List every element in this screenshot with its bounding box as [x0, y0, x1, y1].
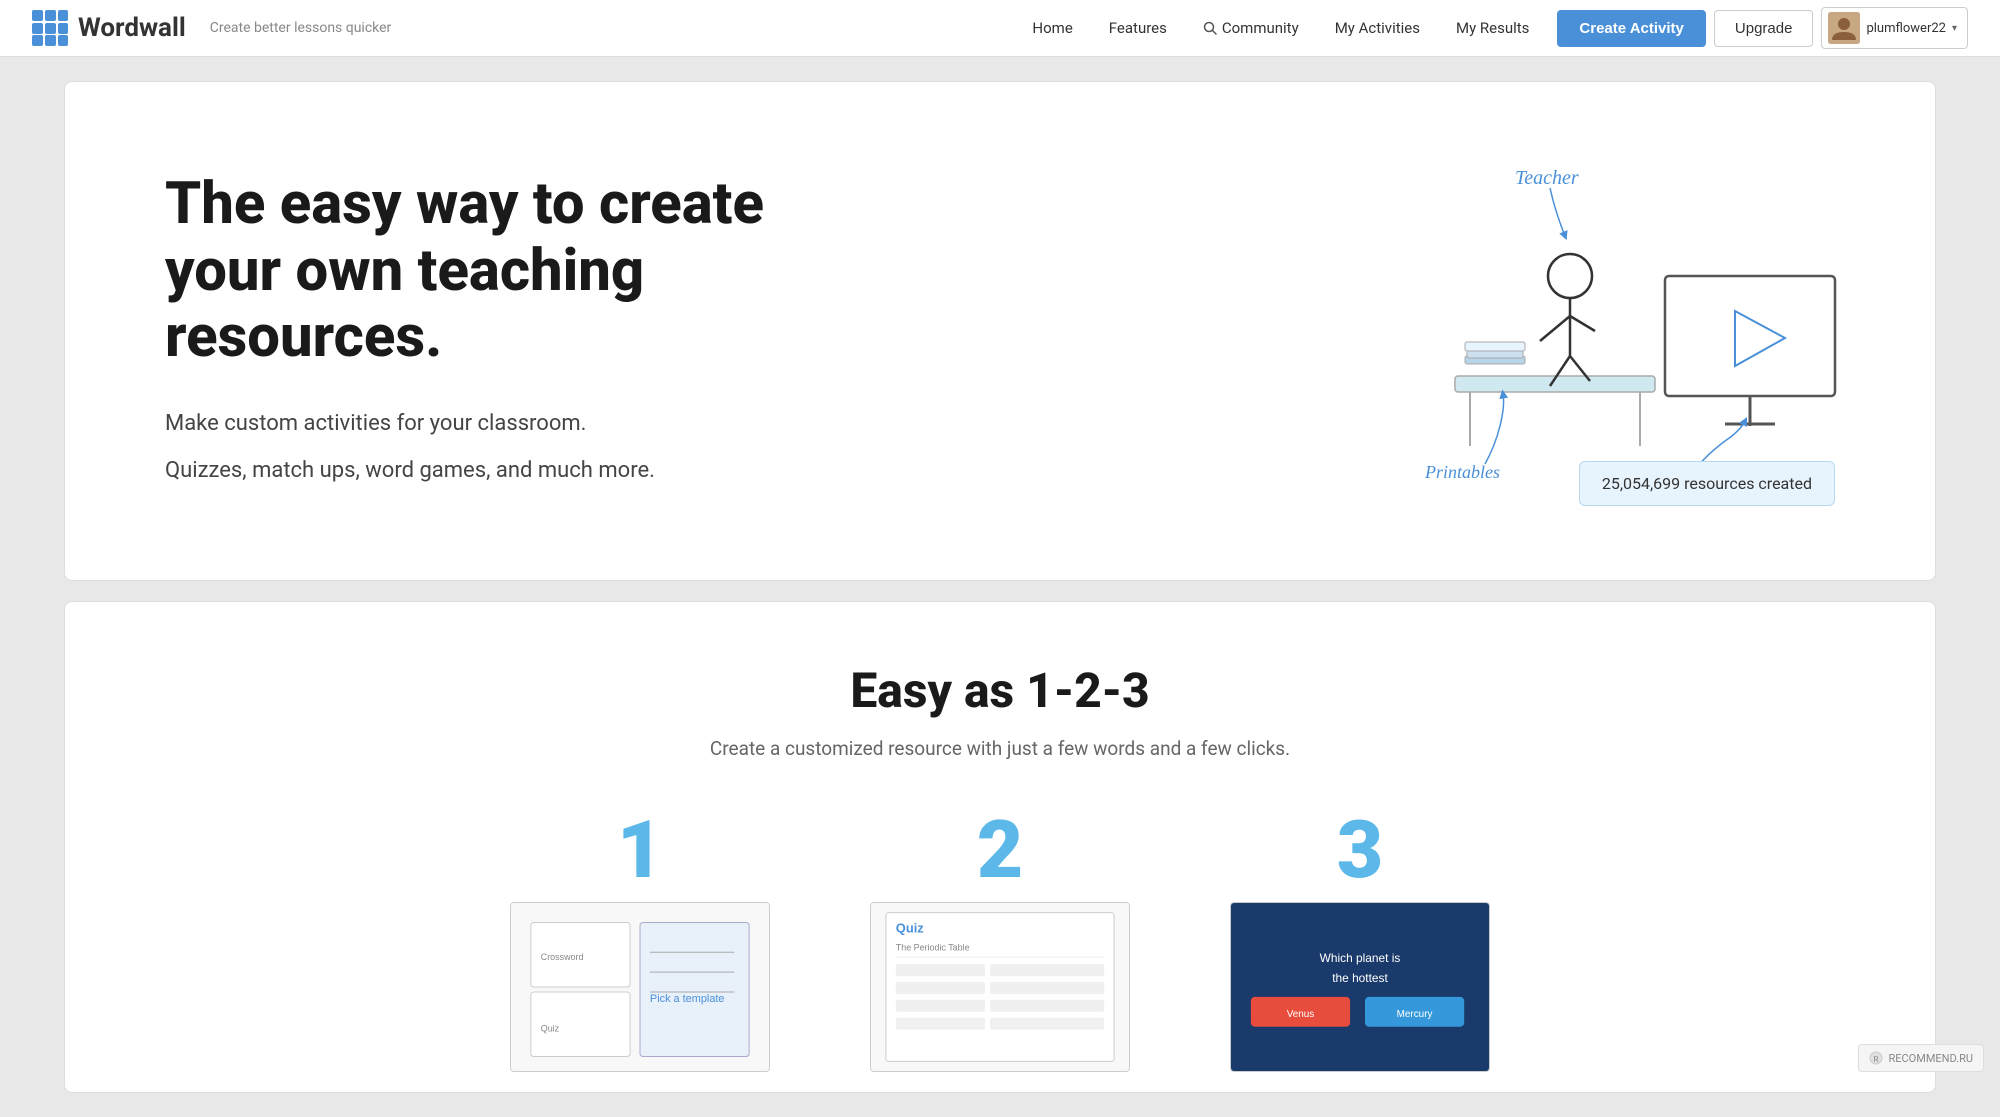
avatar-image — [1828, 12, 1860, 44]
user-menu[interactable]: plumflower22 ▾ — [1821, 7, 1968, 49]
step-1: 1 Pick a template Crossword — [490, 810, 790, 1072]
step-3: 3 Which planet is the hottest Venus Merc… — [1210, 810, 1510, 1072]
svg-text:Venus: Venus — [1287, 1009, 1315, 1020]
step-2: 2 Quiz The Periodic Table — [850, 810, 1150, 1072]
svg-text:Which planet is: Which planet is — [1320, 951, 1401, 965]
wordwall-logo-icon — [32, 10, 68, 46]
logo-link[interactable]: Wordwall — [32, 10, 186, 46]
user-name: plumflower22 — [1866, 21, 1946, 36]
svg-text:the hottest: the hottest — [1332, 971, 1388, 985]
step-3-svg: Which planet is the hottest Venus Mercur… — [1231, 902, 1489, 1072]
chevron-down-icon: ▾ — [1952, 23, 1957, 34]
svg-text:Quiz: Quiz — [541, 1024, 560, 1034]
step-1-image: Pick a template Crossword Quiz — [510, 902, 770, 1072]
create-activity-button[interactable]: Create Activity — [1557, 10, 1706, 47]
recommend-badge: R RECOMMEND.RU — [1858, 1044, 1984, 1072]
step-3-image: Which planet is the hottest Venus Mercur… — [1230, 902, 1490, 1072]
step-2-svg: Quiz The Periodic Table — [871, 902, 1129, 1072]
main-nav: Home Features Community My Activities My… — [1016, 11, 1545, 45]
step-2-image: Quiz The Periodic Table — [870, 902, 1130, 1072]
svg-text:The Periodic Table: The Periodic Table — [896, 942, 970, 952]
svg-text:Teacher: Teacher — [1515, 167, 1579, 189]
step-1-svg: Pick a template Crossword Quiz — [511, 902, 769, 1072]
easy-section: Easy as 1-2-3 Create a customized resour… — [64, 601, 1936, 1093]
step-1-number: 1 — [617, 810, 663, 890]
hero-title: The easy way to create your own teaching… — [165, 171, 865, 371]
svg-text:Quiz: Quiz — [896, 920, 924, 935]
easy-section-subtitle: Create a customized resource with just a… — [145, 737, 1855, 760]
hero-text: The easy way to create your own teaching… — [165, 171, 865, 501]
navbar-tagline: Create better lessons quicker — [210, 20, 392, 36]
nav-my-activities[interactable]: My Activities — [1319, 11, 1436, 45]
step-3-number: 3 — [1337, 810, 1383, 890]
svg-text:Printables: Printables — [1424, 462, 1500, 482]
nav-community[interactable]: Community — [1187, 11, 1315, 45]
svg-text:R: R — [1874, 1055, 1879, 1064]
easy-section-title: Easy as 1-2-3 — [145, 662, 1855, 719]
svg-text:Pick a template: Pick a template — [650, 993, 725, 1005]
step-2-number: 2 — [977, 810, 1023, 890]
nav-my-results[interactable]: My Results — [1440, 11, 1545, 45]
nav-home[interactable]: Home — [1016, 11, 1088, 45]
hero-illustration: Teacher — [1395, 156, 1855, 516]
svg-text:Mercury: Mercury — [1397, 1009, 1433, 1020]
hero-subtitle-1: Make custom activities for your classroo… — [165, 407, 865, 440]
recommend-icon: R — [1869, 1051, 1883, 1065]
search-icon — [1203, 21, 1217, 35]
nav-features[interactable]: Features — [1093, 11, 1183, 45]
svg-text:Crossword: Crossword — [541, 952, 584, 962]
logo-text: Wordwall — [78, 13, 186, 43]
upgrade-button[interactable]: Upgrade — [1714, 10, 1814, 47]
hero-section: The easy way to create your own teaching… — [64, 81, 1936, 581]
steps-row: 1 Pick a template Crossword — [145, 810, 1855, 1072]
resources-badge: 25,054,699 resources created — [1579, 461, 1835, 506]
avatar — [1828, 12, 1860, 44]
navbar: Wordwall Create better lessons quicker H… — [0, 0, 2000, 57]
page-content: The easy way to create your own teaching… — [0, 57, 2000, 1117]
hero-subtitle-2: Quizzes, match ups, word games, and much… — [165, 454, 865, 487]
